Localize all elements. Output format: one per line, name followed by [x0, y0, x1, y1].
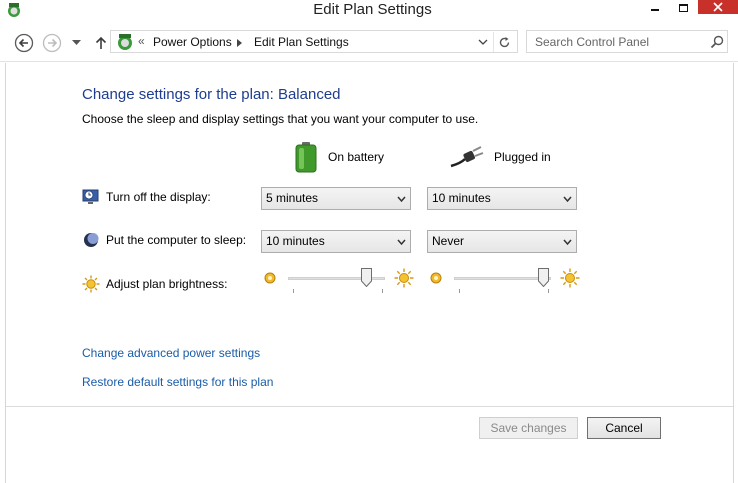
title-bar: Edit Plan Settings — [0, 0, 738, 22]
chevron-down-icon — [563, 239, 572, 246]
breadcrumb-edit-plan-settings[interactable]: Edit Plan Settings — [254, 35, 349, 49]
bright-brightness-icon — [560, 268, 580, 288]
save-changes-button[interactable]: Save changes — [479, 417, 578, 439]
display-battery-value: 5 minutes — [266, 191, 319, 205]
up-button[interactable] — [90, 32, 112, 54]
chevron-down-icon — [397, 196, 406, 203]
control-panel-icon — [118, 34, 132, 50]
address-dropdown-button[interactable] — [476, 34, 490, 50]
battery-icon — [295, 142, 317, 173]
footer-divider — [6, 406, 733, 407]
dim-brightness-icon — [430, 272, 442, 284]
brightness-plugged-slider[interactable] — [429, 268, 581, 298]
slider-tick — [293, 289, 294, 293]
address-bar[interactable]: « Power Options Edit Plan Settings — [110, 30, 518, 53]
chevron-down-icon — [397, 239, 406, 246]
dim-brightness-icon — [264, 272, 276, 284]
display-label: Turn off the display: — [106, 190, 211, 204]
minimize-icon — [651, 9, 659, 11]
brightness-row-label: Adjust plan brightness: — [82, 275, 227, 293]
close-icon — [713, 2, 723, 12]
chevron-down-icon — [71, 40, 81, 45]
slider-tick — [459, 289, 460, 293]
frame-border-left — [5, 63, 6, 483]
moon-icon — [82, 231, 100, 249]
chevron-down-icon — [563, 196, 572, 203]
display-plugged-select[interactable]: 10 minutes — [427, 187, 577, 210]
search-box[interactable] — [526, 30, 728, 53]
breadcrumb-overflow[interactable]: « — [138, 34, 145, 48]
sleep-plugged-select[interactable]: Never — [427, 230, 577, 253]
slider-thumb[interactable] — [361, 268, 373, 287]
recent-locations-button[interactable] — [68, 32, 84, 54]
page-description: Choose the sleep and display settings th… — [82, 112, 479, 126]
chevron-right-icon[interactable] — [237, 39, 242, 47]
slider-tick — [382, 289, 383, 293]
close-button[interactable] — [698, 0, 738, 14]
back-arrow-icon — [14, 33, 34, 53]
minimize-button[interactable] — [640, 0, 670, 16]
column-header-plugged: Plugged in — [450, 140, 551, 174]
sleep-label: Put the computer to sleep: — [106, 233, 247, 247]
display-battery-select[interactable]: 5 minutes — [261, 187, 411, 210]
slider-track[interactable] — [454, 277, 551, 280]
back-button[interactable] — [13, 32, 35, 54]
sleep-battery-value: 10 minutes — [266, 234, 325, 248]
search-input[interactable] — [527, 31, 707, 52]
restore-defaults-link[interactable]: Restore default settings for this plan — [82, 375, 273, 389]
forward-button[interactable] — [41, 32, 63, 54]
slider-tick — [548, 289, 549, 293]
sleep-battery-select[interactable]: 10 minutes — [261, 230, 411, 253]
frame-border-right — [733, 63, 734, 483]
breadcrumb-power-options[interactable]: Power Options — [153, 35, 232, 49]
chevron-down-icon — [478, 39, 488, 45]
bright-brightness-icon — [394, 268, 414, 288]
refresh-icon — [499, 36, 510, 47]
window-title: Edit Plan Settings — [313, 1, 432, 18]
monitor-clock-icon — [82, 188, 100, 206]
sun-icon — [82, 275, 100, 293]
column-label-battery: On battery — [328, 150, 385, 164]
brightness-label: Adjust plan brightness: — [106, 277, 228, 291]
maximize-button[interactable] — [668, 0, 698, 16]
up-arrow-icon — [95, 36, 107, 49]
maximize-icon — [678, 4, 688, 12]
sleep-row-label: Put the computer to sleep: — [82, 231, 246, 249]
search-icon[interactable] — [709, 34, 725, 50]
display-plugged-value: 10 minutes — [432, 191, 491, 205]
column-header-battery: On battery — [294, 140, 384, 174]
display-row-label: Turn off the display: — [82, 188, 211, 206]
cancel-button[interactable]: Cancel — [587, 417, 661, 439]
column-label-plugged: Plugged in — [494, 150, 551, 164]
page-title: Change settings for the plan: Balanced — [82, 86, 341, 103]
navigation-bar: « Power Options Edit Plan Settings — [0, 22, 738, 62]
advanced-settings-link[interactable]: Change advanced power settings — [82, 346, 260, 360]
refresh-button[interactable] — [493, 32, 515, 52]
power-plug-icon — [450, 146, 484, 168]
forward-arrow-icon — [42, 33, 62, 53]
brightness-battery-slider[interactable] — [263, 268, 415, 298]
slider-thumb[interactable] — [538, 268, 550, 287]
sleep-plugged-value: Never — [432, 234, 465, 248]
